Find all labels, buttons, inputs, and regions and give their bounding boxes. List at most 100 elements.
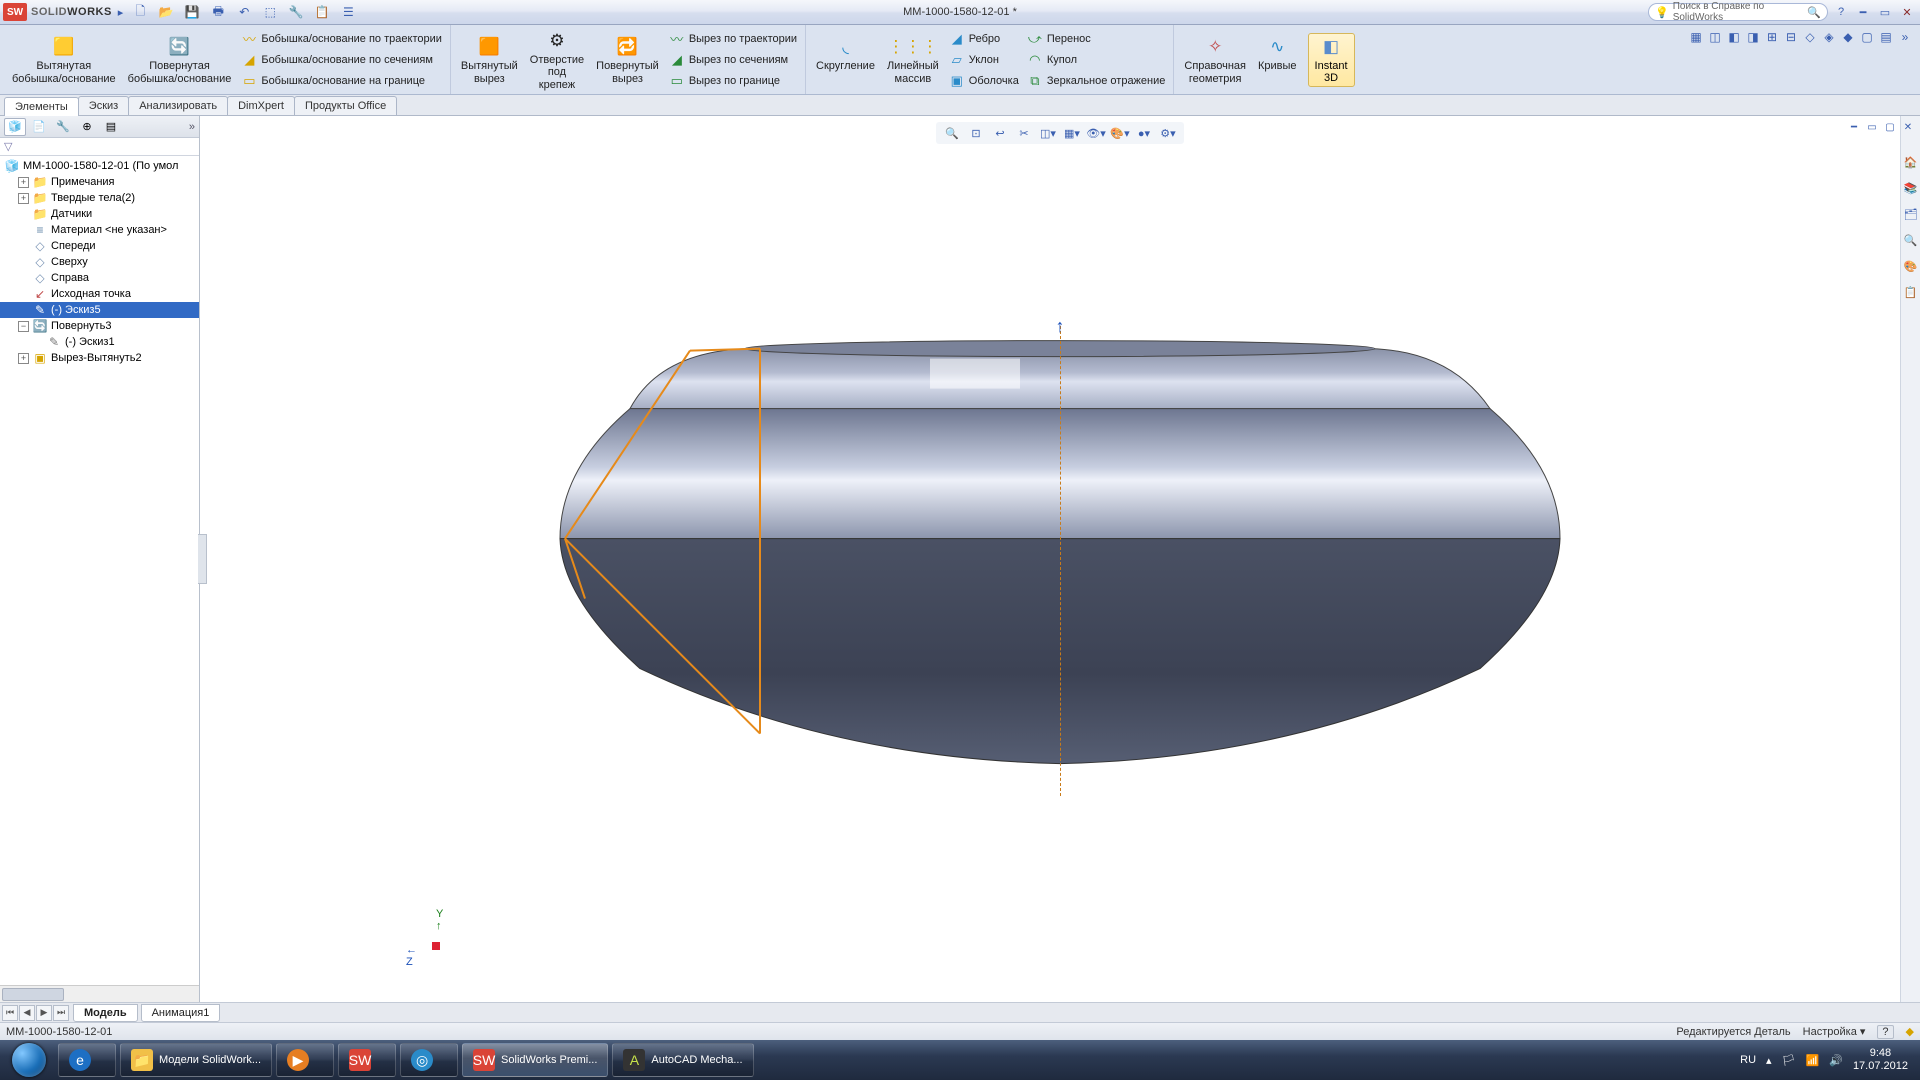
graphics-viewport[interactable]: ━ ▭ ▢ ✕ 🔍 ⊡ ↩ ✂ ◫▾ ▦▾ 👁▾ 🎨▾ ●▾ ⚙▾ ↑ (200, 116, 1920, 1002)
hide-show-icon[interactable]: 👁▾ (1086, 124, 1106, 142)
expand-icon[interactable]: + (18, 193, 29, 204)
taskbar-explorer[interactable]: 📁Модели SolidWork... (120, 1043, 272, 1077)
fm-overflow-icon[interactable]: » (189, 121, 195, 133)
tab-model[interactable]: Модель (73, 1004, 138, 1022)
shell-button[interactable]: ▣Оболочка (947, 72, 1021, 90)
lofted-boss-button[interactable]: ◢Бобышка/основание по сечениям (239, 51, 444, 69)
print-icon[interactable]: 🖶 (209, 3, 227, 21)
tree-solid-bodies[interactable]: +📁Твердые тела(2) (0, 190, 199, 206)
boundary-boss-button[interactable]: ▭Бобышка/основание на границе (239, 72, 444, 90)
tree-revolve3[interactable]: −🔄Повернуть3 (0, 318, 199, 334)
new-icon[interactable]: 🗋 (131, 3, 149, 21)
sidebar-collapse-handle[interactable] (198, 534, 207, 584)
tray-network-icon[interactable]: 📶 (1806, 1054, 1820, 1067)
tray-flag-icon[interactable]: 🏳 (1782, 1054, 1796, 1067)
fm-tab-config-icon[interactable]: 🔧 (52, 118, 74, 136)
status-units-button[interactable]: Настройка ▾ (1803, 1025, 1866, 1038)
appearance-icon[interactable]: ●▾ (1134, 124, 1154, 142)
viewport-restore-icon[interactable]: ▭ (1864, 120, 1880, 134)
tab-next-icon[interactable]: ▶ (36, 1005, 52, 1021)
lofted-cut-button[interactable]: ◢Вырез по сечениям (667, 51, 799, 69)
taskpane-view-icon[interactable]: 🔍 (1901, 234, 1920, 260)
view-top-icon[interactable]: ⊞ (1763, 28, 1781, 46)
draft-button[interactable]: ▱Уклон (947, 51, 1021, 69)
tab-last-icon[interactable]: ⏭ (53, 1005, 69, 1021)
tab-dimxpert[interactable]: DimXpert (227, 96, 295, 115)
taskpane-explorer-icon[interactable]: 🗂 (1901, 208, 1920, 234)
zoom-fit-icon[interactable]: 🔍 (942, 124, 962, 142)
menu-dropdown-icon[interactable]: ▸ (118, 6, 124, 19)
hole-wizard-button[interactable]: ⚙ Отверстиеподкрепеж (526, 28, 588, 92)
rib-button[interactable]: ◢Ребро (947, 30, 1021, 48)
view-split-icon[interactable]: ▤ (1877, 28, 1895, 46)
tree-root[interactable]: 🧊MM-1000-1580-12-01 (По умол (0, 158, 199, 174)
wrap-button[interactable]: ⤻Перенос (1025, 30, 1168, 48)
open-icon[interactable]: 📂 (157, 3, 175, 21)
revolved-boss-button[interactable]: 🔄 Повернутаябобышка/основание (124, 34, 236, 85)
view-more-icon[interactable]: » (1896, 28, 1914, 46)
tab-features[interactable]: Элементы (4, 97, 79, 116)
save-icon[interactable]: 💾 (183, 3, 201, 21)
dome-button[interactable]: ◠Купол (1025, 51, 1168, 69)
view-right-icon[interactable]: ◨ (1744, 28, 1762, 46)
tab-animation1[interactable]: Анимация1 (141, 1004, 221, 1022)
taskbar-ie[interactable]: e (58, 1043, 116, 1077)
close-icon[interactable]: ✕ (1898, 4, 1916, 20)
taskpane-appearance-icon[interactable]: 🎨 (1901, 260, 1920, 286)
tray-volume-icon[interactable]: 🔊 (1829, 1054, 1843, 1067)
fillet-button[interactable]: ◟ Скругление (812, 34, 879, 85)
tree-sensors[interactable]: 📁Датчики (0, 206, 199, 222)
maximize-icon[interactable]: ▭ (1876, 4, 1894, 20)
viewport-min-icon[interactable]: ━ (1846, 120, 1862, 134)
view-orient-icon[interactable]: ◫▾ (1038, 124, 1058, 142)
reference-geometry-button[interactable]: ✧ Справочнаягеометрия (1180, 34, 1250, 85)
tree-cut-extrude2[interactable]: +▣Вырез-Вытянуть2 (0, 350, 199, 366)
taskbar-media[interactable]: ▶ (276, 1043, 334, 1077)
tree-sketch5[interactable]: ✎(-) Эскиз5 (0, 302, 199, 318)
view-trimetric-icon[interactable]: ◈ (1820, 28, 1838, 46)
feature-filter-input[interactable]: ▽ (0, 138, 199, 156)
taskbar-rambler[interactable]: ◎ (400, 1043, 458, 1077)
tab-first-icon[interactable]: ⏮ (2, 1005, 18, 1021)
status-rebuild-icon[interactable]: ◆ (1906, 1025, 1914, 1038)
taskpane-library-icon[interactable]: 📚 (1901, 182, 1920, 208)
curves-button[interactable]: ∿ Кривые (1254, 34, 1301, 85)
help-search-input[interactable]: 💡 Поиск в Справке по SolidWorks 🔍 (1648, 3, 1828, 21)
extruded-cut-button[interactable]: 🟧 Вытянутыйвырез (457, 34, 522, 85)
select-icon[interactable]: ⬚ (261, 3, 279, 21)
taskpane-custom-icon[interactable]: 📋 (1901, 286, 1920, 312)
sidebar-scrollbar[interactable] (0, 985, 199, 1002)
tab-office-products[interactable]: Продукты Office (294, 96, 397, 115)
status-help-icon[interactable]: ? (1877, 1025, 1893, 1039)
swept-cut-button[interactable]: 〰Вырез по траектории (667, 30, 799, 48)
boundary-cut-button[interactable]: ▭Вырез по границе (667, 72, 799, 90)
settings-icon[interactable]: ☰ (339, 3, 357, 21)
viewport-close-icon[interactable]: ✕ (1900, 120, 1916, 134)
swept-boss-button[interactable]: 〰Бобышка/основание по траектории (239, 30, 444, 48)
view-bottom-icon[interactable]: ⊟ (1782, 28, 1800, 46)
tree-annotations[interactable]: +📁Примечания (0, 174, 199, 190)
view-settings-icon[interactable]: ⚙▾ (1158, 124, 1178, 142)
view-back-icon[interactable]: ◫ (1706, 28, 1724, 46)
expand-icon[interactable]: + (18, 177, 29, 188)
options-icon[interactable]: 📋 (313, 3, 331, 21)
help-icon[interactable]: ? (1832, 4, 1850, 20)
tab-prev-icon[interactable]: ◀ (19, 1005, 35, 1021)
tree-front-plane[interactable]: ◇Спереди (0, 238, 199, 254)
display-style-icon[interactable]: ▦▾ (1062, 124, 1082, 142)
scene-icon[interactable]: 🎨▾ (1110, 124, 1130, 142)
zoom-area-icon[interactable]: ⊡ (966, 124, 986, 142)
taskbar-autocad[interactable]: AAutoCAD Mecha... (612, 1043, 753, 1077)
previous-view-icon[interactable]: ↩ (990, 124, 1010, 142)
tree-right-plane[interactable]: ◇Справа (0, 270, 199, 286)
taskpane-resources-icon[interactable]: 🏠 (1901, 156, 1920, 182)
view-left-icon[interactable]: ◧ (1725, 28, 1743, 46)
view-single-icon[interactable]: ▢ (1858, 28, 1876, 46)
tree-top-plane[interactable]: ◇Сверху (0, 254, 199, 270)
view-dimetric-icon[interactable]: ◆ (1839, 28, 1857, 46)
fm-tab-display-icon[interactable]: ▤ (100, 118, 122, 136)
tree-material[interactable]: ≡Материал <не указан> (0, 222, 199, 238)
view-front-icon[interactable]: ▦ (1687, 28, 1705, 46)
view-iso-icon[interactable]: ◇ (1801, 28, 1819, 46)
start-button[interactable] (4, 1042, 54, 1078)
